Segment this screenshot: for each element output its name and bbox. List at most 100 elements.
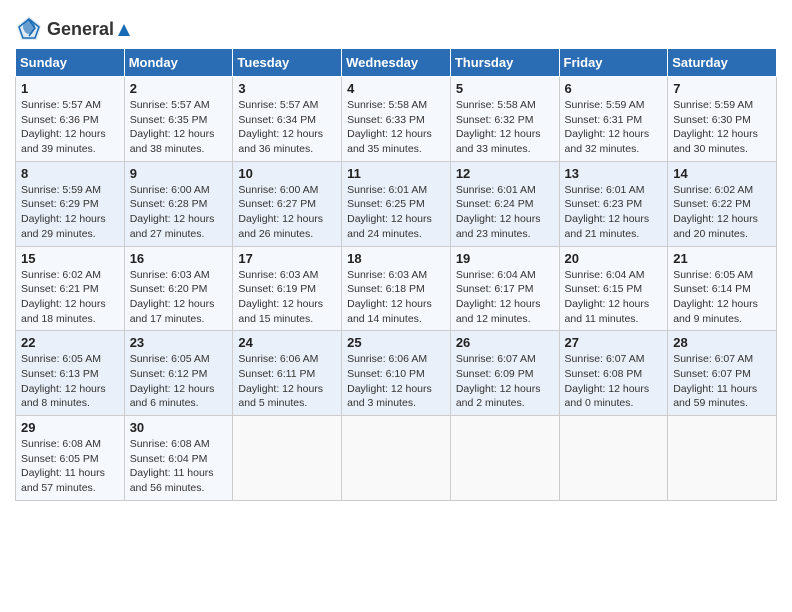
day-detail: Sunrise: 6:07 AM Sunset: 6:09 PM Dayligh… bbox=[456, 352, 554, 411]
day-detail: Sunrise: 6:08 AM Sunset: 6:05 PM Dayligh… bbox=[21, 437, 119, 496]
day-cell-3: 3Sunrise: 5:57 AM Sunset: 6:34 PM Daylig… bbox=[233, 77, 342, 162]
day-detail: Sunrise: 6:00 AM Sunset: 6:27 PM Dayligh… bbox=[238, 183, 336, 242]
day-detail: Sunrise: 6:03 AM Sunset: 6:20 PM Dayligh… bbox=[130, 268, 228, 327]
day-number: 28 bbox=[673, 335, 771, 350]
day-number: 20 bbox=[565, 251, 663, 266]
day-detail: Sunrise: 6:03 AM Sunset: 6:18 PM Dayligh… bbox=[347, 268, 445, 327]
day-number: 22 bbox=[21, 335, 119, 350]
day-number: 30 bbox=[130, 420, 228, 435]
day-detail: Sunrise: 5:59 AM Sunset: 6:30 PM Dayligh… bbox=[673, 98, 771, 157]
day-number: 5 bbox=[456, 81, 554, 96]
day-cell-10: 10 Sunrise: 6:00 AM Sunset: 6:27 PM Dayli… bbox=[233, 161, 342, 246]
logo: General bbox=[15, 14, 134, 42]
day-cell-21: 21 Sunrise: 6:05 AM Sunset: 6:14 PM Dayli… bbox=[668, 246, 777, 331]
day-cell-14: 14 Sunrise: 6:02 AM Sunset: 6:22 PM Dayli… bbox=[668, 161, 777, 246]
day-cell-23: 23 Sunrise: 6:05 AM Sunset: 6:12 PM Dayli… bbox=[124, 331, 233, 416]
day-detail: Sunrise: 6:04 AM Sunset: 6:17 PM Dayligh… bbox=[456, 268, 554, 327]
day-cell-11: 11 Sunrise: 6:01 AM Sunset: 6:25 PM Dayli… bbox=[342, 161, 451, 246]
day-cell-25: 25 Sunrise: 6:06 AM Sunset: 6:10 PM Dayli… bbox=[342, 331, 451, 416]
day-number: 8 bbox=[21, 166, 119, 181]
day-cell-27: 27 Sunrise: 6:07 AM Sunset: 6:08 PM Dayli… bbox=[559, 331, 668, 416]
day-number: 18 bbox=[347, 251, 445, 266]
day-detail: Sunrise: 6:01 AM Sunset: 6:24 PM Dayligh… bbox=[456, 183, 554, 242]
day-detail: Sunrise: 6:05 AM Sunset: 6:12 PM Dayligh… bbox=[130, 352, 228, 411]
weekday-header-thursday: Thursday bbox=[450, 49, 559, 77]
day-number: 17 bbox=[238, 251, 336, 266]
day-cell-1: 1 Sunrise: 5:57 AM Sunset: 6:36 PM Daylig… bbox=[16, 77, 125, 162]
day-detail: Sunrise: 5:59 AM Sunset: 6:29 PM Dayligh… bbox=[21, 183, 119, 242]
day-number: 4 bbox=[347, 81, 445, 96]
day-detail: Sunrise: 5:57 AM Sunset: 6:34 PM Dayligh… bbox=[238, 98, 336, 157]
day-detail: Sunrise: 5:59 AM Sunset: 6:31 PM Dayligh… bbox=[565, 98, 663, 157]
day-detail: Sunrise: 5:57 AM Sunset: 6:36 PM Dayligh… bbox=[21, 98, 119, 157]
day-cell-9: 9 Sunrise: 6:00 AM Sunset: 6:28 PM Daylig… bbox=[124, 161, 233, 246]
day-number: 25 bbox=[347, 335, 445, 350]
day-detail: Sunrise: 5:58 AM Sunset: 6:33 PM Dayligh… bbox=[347, 98, 445, 157]
day-cell-15: 15 Sunrise: 6:02 AM Sunset: 6:21 PM Dayli… bbox=[16, 246, 125, 331]
weekday-header-wednesday: Wednesday bbox=[342, 49, 451, 77]
weekday-header-saturday: Saturday bbox=[668, 49, 777, 77]
day-number: 24 bbox=[238, 335, 336, 350]
day-detail: Sunrise: 6:08 AM Sunset: 6:04 PM Dayligh… bbox=[130, 437, 228, 496]
day-cell-28: 28 Sunrise: 6:07 AM Sunset: 6:07 PM Dayli… bbox=[668, 331, 777, 416]
weekday-header-sunday: Sunday bbox=[16, 49, 125, 77]
day-detail: Sunrise: 6:04 AM Sunset: 6:15 PM Dayligh… bbox=[565, 268, 663, 327]
week-row-4: 22 Sunrise: 6:05 AM Sunset: 6:13 PM Dayli… bbox=[16, 331, 777, 416]
day-cell-4: 4 Sunrise: 5:58 AM Sunset: 6:33 PM Daylig… bbox=[342, 77, 451, 162]
empty-cell bbox=[450, 416, 559, 501]
day-number: 15 bbox=[21, 251, 119, 266]
day-number: 1 bbox=[21, 81, 119, 96]
page-header: General bbox=[15, 10, 777, 42]
day-number: 21 bbox=[673, 251, 771, 266]
day-cell-2: 2Sunrise: 5:57 AM Sunset: 6:35 PM Daylig… bbox=[124, 77, 233, 162]
day-number: 11 bbox=[347, 166, 445, 181]
day-number: 26 bbox=[456, 335, 554, 350]
day-detail: Sunrise: 6:06 AM Sunset: 6:10 PM Dayligh… bbox=[347, 352, 445, 411]
empty-cell bbox=[559, 416, 668, 501]
day-cell-16: 16 Sunrise: 6:03 AM Sunset: 6:20 PM Dayli… bbox=[124, 246, 233, 331]
weekday-header-friday: Friday bbox=[559, 49, 668, 77]
day-detail: Sunrise: 6:00 AM Sunset: 6:28 PM Dayligh… bbox=[130, 183, 228, 242]
day-cell-13: 13 Sunrise: 6:01 AM Sunset: 6:23 PM Dayli… bbox=[559, 161, 668, 246]
day-detail: Sunrise: 6:03 AM Sunset: 6:19 PM Dayligh… bbox=[238, 268, 336, 327]
day-detail: Sunrise: 6:02 AM Sunset: 6:21 PM Dayligh… bbox=[21, 268, 119, 327]
day-number: 14 bbox=[673, 166, 771, 181]
day-detail: Sunrise: 6:05 AM Sunset: 6:13 PM Dayligh… bbox=[21, 352, 119, 411]
day-number: 6 bbox=[565, 81, 663, 96]
empty-cell bbox=[233, 416, 342, 501]
day-number: 19 bbox=[456, 251, 554, 266]
day-cell-12: 12 Sunrise: 6:01 AM Sunset: 6:24 PM Dayli… bbox=[450, 161, 559, 246]
day-cell-30: 30 Sunrise: 6:08 AM Sunset: 6:04 PM Dayli… bbox=[124, 416, 233, 501]
calendar-table: SundayMondayTuesdayWednesdayThursdayFrid… bbox=[15, 48, 777, 501]
day-detail: Sunrise: 6:02 AM Sunset: 6:22 PM Dayligh… bbox=[673, 183, 771, 242]
day-number: 12 bbox=[456, 166, 554, 181]
day-detail: Sunrise: 6:07 AM Sunset: 6:08 PM Dayligh… bbox=[565, 352, 663, 411]
day-cell-29: 29Sunrise: 6:08 AM Sunset: 6:05 PM Dayli… bbox=[16, 416, 125, 501]
day-detail: Sunrise: 6:07 AM Sunset: 6:07 PM Dayligh… bbox=[673, 352, 771, 411]
day-number: 10 bbox=[238, 166, 336, 181]
day-cell-20: 20 Sunrise: 6:04 AM Sunset: 6:15 PM Dayli… bbox=[559, 246, 668, 331]
week-row-1: 1 Sunrise: 5:57 AM Sunset: 6:36 PM Daylig… bbox=[16, 77, 777, 162]
day-number: 16 bbox=[130, 251, 228, 266]
weekday-header-row: SundayMondayTuesdayWednesdayThursdayFrid… bbox=[16, 49, 777, 77]
day-detail: Sunrise: 5:58 AM Sunset: 6:32 PM Dayligh… bbox=[456, 98, 554, 157]
logo-triangle bbox=[115, 21, 133, 39]
weekday-header-tuesday: Tuesday bbox=[233, 49, 342, 77]
day-detail: Sunrise: 6:01 AM Sunset: 6:25 PM Dayligh… bbox=[347, 183, 445, 242]
day-number: 13 bbox=[565, 166, 663, 181]
day-number: 23 bbox=[130, 335, 228, 350]
empty-cell bbox=[668, 416, 777, 501]
day-cell-5: 5 Sunrise: 5:58 AM Sunset: 6:32 PM Daylig… bbox=[450, 77, 559, 162]
day-number: 9 bbox=[130, 166, 228, 181]
day-number: 7 bbox=[673, 81, 771, 96]
week-row-2: 8 Sunrise: 5:59 AM Sunset: 6:29 PM Daylig… bbox=[16, 161, 777, 246]
day-cell-26: 26 Sunrise: 6:07 AM Sunset: 6:09 PM Dayli… bbox=[450, 331, 559, 416]
day-number: 27 bbox=[565, 335, 663, 350]
day-cell-18: 18 Sunrise: 6:03 AM Sunset: 6:18 PM Dayli… bbox=[342, 246, 451, 331]
day-detail: Sunrise: 6:05 AM Sunset: 6:14 PM Dayligh… bbox=[673, 268, 771, 327]
logo-text: General bbox=[47, 19, 134, 40]
day-cell-7: 7 Sunrise: 5:59 AM Sunset: 6:30 PM Daylig… bbox=[668, 77, 777, 162]
logo-icon bbox=[15, 14, 43, 42]
day-detail: Sunrise: 6:01 AM Sunset: 6:23 PM Dayligh… bbox=[565, 183, 663, 242]
empty-cell bbox=[342, 416, 451, 501]
